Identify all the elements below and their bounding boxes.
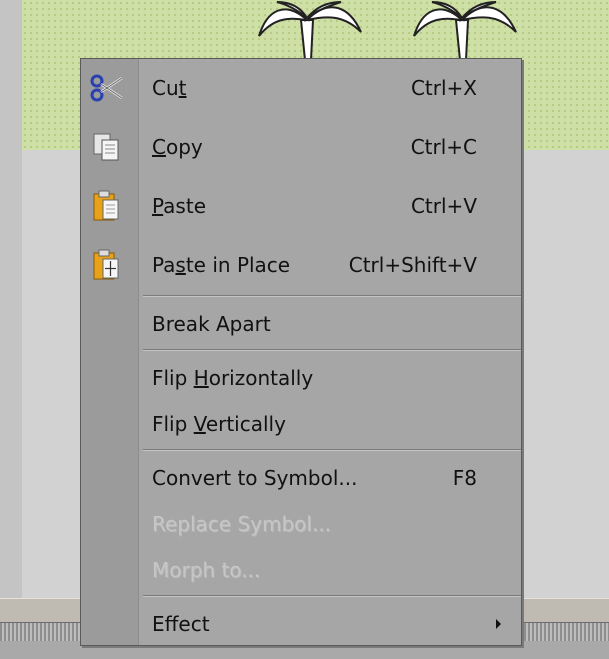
menu-item-morph-to: Morph to... <box>81 550 521 590</box>
menu-item-label: Convert to Symbol... <box>152 466 358 490</box>
menu-item-replace-symbol: Replace Symbol... <box>81 504 521 544</box>
menu-item-effect[interactable]: Effect <box>81 604 521 644</box>
menu-item-label: Break Apart <box>152 312 271 336</box>
menu-item-break-apart[interactable]: Break Apart <box>81 304 521 344</box>
menu-item-label: Paste <box>152 194 206 218</box>
menu-item-cut[interactable]: Cut Ctrl+X <box>81 68 521 108</box>
paste-icon <box>88 190 124 222</box>
menu-separator <box>143 449 521 451</box>
menu-item-label: Replace Symbol... <box>152 512 332 536</box>
menu-item-flip-vertically[interactable]: Flip Vertically <box>81 404 521 444</box>
menu-item-label: Cut <box>152 76 187 100</box>
menu-item-flip-horizontally[interactable]: Flip Horizontally <box>81 358 521 398</box>
menu-item-label: Morph to... <box>152 558 261 582</box>
shortcut-text: Ctrl+Shift+V <box>348 253 477 277</box>
context-menu: Cut Ctrl+X Copy Ctrl+C Paste Ctrl+V Past… <box>80 58 522 646</box>
palm-tree-graphic-right <box>413 1 517 60</box>
shortcut-text: Ctrl+X <box>410 76 477 100</box>
copy-icon <box>88 131 124 163</box>
submenu-arrow-icon <box>496 619 501 629</box>
menu-item-label: Flip Vertically <box>152 412 286 436</box>
menu-item-paste[interactable]: Paste Ctrl+V <box>81 186 521 226</box>
paste-in-place-icon <box>88 249 124 281</box>
menu-item-label: Paste in Place <box>152 253 291 277</box>
menu-separator <box>143 295 521 297</box>
menu-item-label: Copy <box>152 135 203 159</box>
left-panel-edge <box>0 0 22 659</box>
menu-item-copy[interactable]: Copy Ctrl+C <box>81 127 521 167</box>
menu-separator <box>143 595 521 597</box>
menu-item-label: Flip Horizontally <box>152 366 314 390</box>
scissors-icon <box>88 72 124 104</box>
menu-item-convert-to-symbol[interactable]: Convert to Symbol... F8 <box>81 458 521 498</box>
menu-item-paste-in-place[interactable]: Paste in Place Ctrl+Shift+V <box>81 245 521 285</box>
shortcut-text: Ctrl+C <box>410 135 477 159</box>
palm-tree-graphic-left <box>258 1 362 60</box>
shortcut-text: F8 <box>452 466 477 490</box>
menu-separator <box>143 349 521 351</box>
shortcut-text: Ctrl+V <box>410 194 477 218</box>
menu-item-label: Effect <box>152 612 210 636</box>
